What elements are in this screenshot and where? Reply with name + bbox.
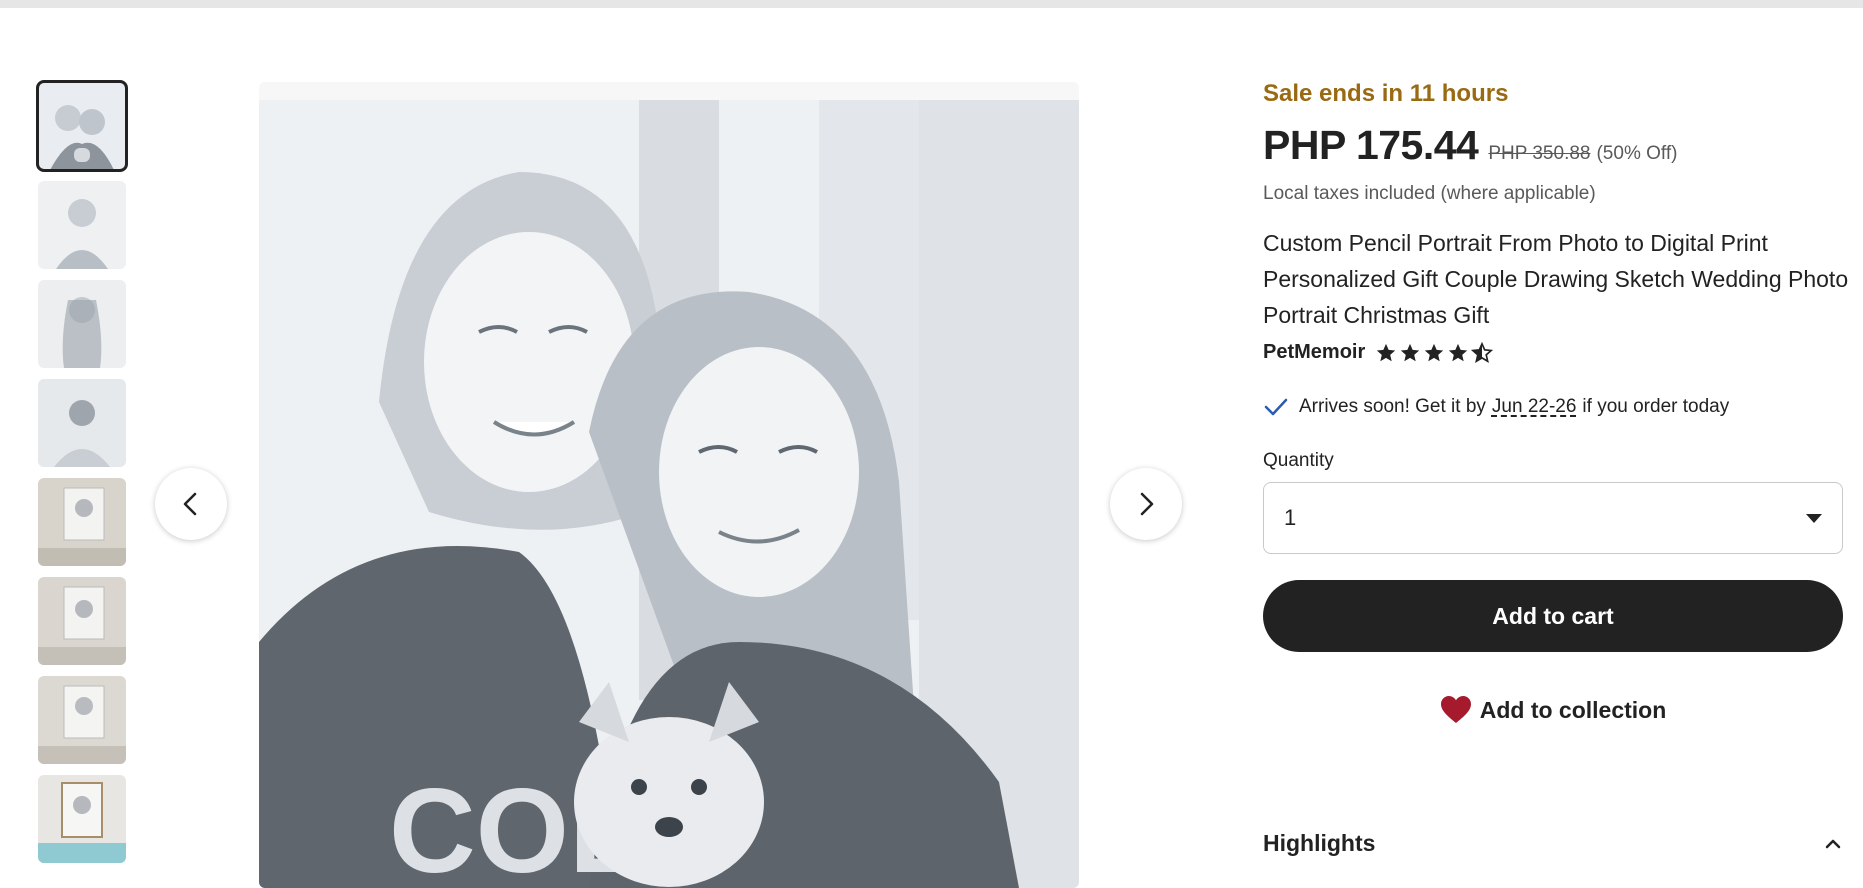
portrait-sketch-image: COLO bbox=[259, 82, 1079, 888]
product-title: Custom Pencil Portrait From Photo to Dig… bbox=[1263, 230, 1849, 328]
delivery-suffix: if you order today bbox=[1582, 396, 1730, 417]
star-half-icon bbox=[1471, 341, 1494, 363]
top-strip bbox=[0, 0, 1863, 8]
delivery-prefix: Arrives soon! Get it by bbox=[1299, 396, 1486, 417]
taxes-note: Local taxes included (where applicable) bbox=[1263, 183, 1596, 204]
quantity-select[interactable]: 1 bbox=[1263, 482, 1843, 554]
quantity-value: 1 bbox=[1284, 505, 1297, 530]
previous-image-button[interactable] bbox=[155, 468, 227, 540]
caret-down-icon bbox=[1806, 513, 1822, 523]
thumbnail-6[interactable] bbox=[38, 577, 126, 665]
thumbnail-4[interactable] bbox=[38, 379, 126, 467]
quantity-label: Quantity bbox=[1263, 450, 1334, 471]
sale-countdown: Sale ends in 11 hours bbox=[1263, 80, 1509, 107]
seller-row: PetMemoir bbox=[1263, 341, 1843, 364]
thumbnail-list bbox=[36, 80, 128, 874]
delivery-estimate: Arrives soon! Get it by Jun 22-26 if you… bbox=[1263, 394, 1843, 420]
seller-name-link[interactable]: PetMemoir bbox=[1263, 341, 1365, 364]
original-price: PHP 350.88 bbox=[1488, 143, 1591, 164]
star-rating[interactable] bbox=[1375, 341, 1494, 364]
current-price: PHP 175.44 bbox=[1263, 122, 1479, 168]
chevron-up-icon bbox=[1825, 839, 1841, 848]
main-product-image[interactable]: COLO bbox=[259, 82, 1079, 888]
next-image-button[interactable] bbox=[1110, 468, 1182, 540]
price-row: PHP 175.44 PHP 350.88 (50% Off) bbox=[1263, 122, 1843, 169]
star-full-icon bbox=[1425, 343, 1444, 361]
star-full-icon bbox=[1401, 343, 1420, 361]
chevron-left-icon bbox=[183, 492, 197, 516]
thumbnail-1[interactable] bbox=[36, 80, 128, 172]
star-full-icon bbox=[1449, 343, 1468, 361]
discount-label: (50% Off) bbox=[1596, 143, 1678, 164]
product-info-panel: Sale ends in 11 hours PHP 175.44 PHP 350… bbox=[1263, 80, 1848, 728]
thumbnail-7[interactable] bbox=[38, 676, 126, 764]
thumbnail-2[interactable] bbox=[38, 181, 126, 269]
delivery-dates[interactable]: Jun 22-26 bbox=[1492, 396, 1577, 418]
thumbnail-3[interactable] bbox=[38, 280, 126, 368]
add-to-collection-label: Add to collection bbox=[1479, 696, 1667, 723]
highlights-toggle[interactable]: Highlights bbox=[1263, 830, 1843, 857]
heart-icon bbox=[1440, 696, 1471, 723]
add-to-collection-button[interactable]: Add to collection bbox=[1263, 692, 1843, 728]
check-icon bbox=[1264, 398, 1288, 416]
chevron-right-icon bbox=[1140, 492, 1154, 516]
thumbnail-8[interactable] bbox=[38, 775, 126, 863]
star-full-icon bbox=[1377, 343, 1396, 361]
highlights-label: Highlights bbox=[1263, 830, 1376, 856]
thumbnail-5[interactable] bbox=[38, 478, 126, 566]
add-to-cart-button[interactable]: Add to cart bbox=[1263, 580, 1843, 652]
